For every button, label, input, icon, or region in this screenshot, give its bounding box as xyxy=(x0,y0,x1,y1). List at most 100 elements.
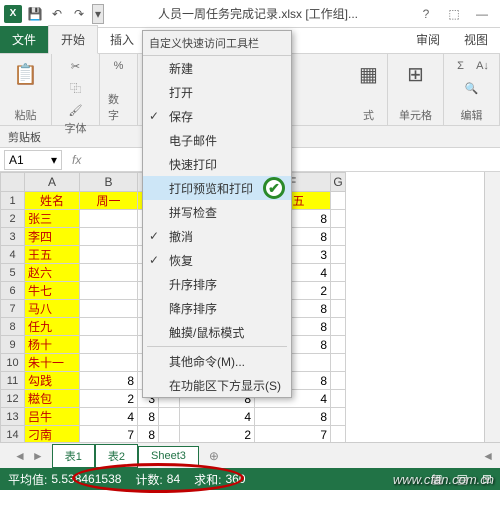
tab-home[interactable]: 开始 xyxy=(48,25,98,54)
cell[interactable] xyxy=(331,390,346,408)
row-header[interactable]: 12 xyxy=(0,390,25,408)
cells-icon[interactable]: ⊞ xyxy=(400,58,432,90)
cell[interactable]: 糍包 xyxy=(25,390,80,408)
cell[interactable] xyxy=(331,408,346,426)
tab-review[interactable]: 审阅 xyxy=(404,26,452,53)
sheet-tab-1[interactable]: 表1 xyxy=(52,444,95,468)
tab-view[interactable]: 视图 xyxy=(452,26,500,53)
row-header[interactable]: 5 xyxy=(0,264,25,282)
tab-insert[interactable]: 插入 xyxy=(98,26,146,53)
col-header-A[interactable]: A xyxy=(25,172,80,192)
vertical-scrollbar[interactable] xyxy=(484,172,500,442)
cell[interactable] xyxy=(331,372,346,390)
menu-new[interactable]: 新建 xyxy=(143,56,291,80)
row-header[interactable]: 7 xyxy=(0,300,25,318)
cell[interactable] xyxy=(331,228,346,246)
name-box-dropdown-icon[interactable]: ▾ xyxy=(51,153,57,167)
cell[interactable]: 李四 xyxy=(25,228,80,246)
cell[interactable]: 7 xyxy=(80,426,138,442)
cell[interactable]: 2 xyxy=(80,390,138,408)
cell[interactable]: 朱十一 xyxy=(25,354,80,372)
cell[interactable]: 2 xyxy=(180,426,255,442)
cell[interactable] xyxy=(331,318,346,336)
cell[interactable]: 王五 xyxy=(25,246,80,264)
qat-customize-dropdown[interactable]: ▾ xyxy=(92,4,104,24)
row-header[interactable]: 14 xyxy=(0,426,25,442)
row-header[interactable]: 4 xyxy=(0,246,25,264)
menu-undo[interactable]: ✓撤消 xyxy=(143,224,291,248)
cell[interactable]: 4 xyxy=(80,408,138,426)
cell[interactable] xyxy=(80,210,138,228)
col-header-G[interactable]: G xyxy=(331,172,346,192)
select-all-corner[interactable] xyxy=(0,172,25,192)
row-header[interactable]: 6 xyxy=(0,282,25,300)
menu-show-below[interactable]: 在功能区下方显示(S) xyxy=(143,373,291,397)
cell[interactable]: 刁南 xyxy=(25,426,80,442)
menu-sort-desc[interactable]: 降序排序 xyxy=(143,296,291,320)
cell[interactable] xyxy=(80,282,138,300)
menu-more-commands[interactable]: 其他命令(M)... xyxy=(143,349,291,373)
cell[interactable] xyxy=(159,426,180,442)
menu-email[interactable]: 电子邮件 xyxy=(143,128,291,152)
row-header[interactable]: 9 xyxy=(0,336,25,354)
find-icon[interactable]: 🔍 xyxy=(464,80,480,96)
row-header[interactable]: 11 xyxy=(0,372,25,390)
menu-sort-asc[interactable]: 升序排序 xyxy=(143,272,291,296)
cell[interactable]: 8 xyxy=(255,408,331,426)
menu-save[interactable]: ✓保存 xyxy=(143,104,291,128)
menu-spellcheck[interactable]: 拼写检查 xyxy=(143,200,291,224)
sheet-scroll-left-icon[interactable]: ◄ xyxy=(482,449,494,463)
cell[interactable]: 8 xyxy=(138,426,159,442)
row-header[interactable]: 2 xyxy=(0,210,25,228)
cell[interactable]: 7 xyxy=(255,426,331,442)
menu-quickprint[interactable]: 快速打印 xyxy=(143,152,291,176)
cell[interactable] xyxy=(331,246,346,264)
cell[interactable] xyxy=(331,426,346,442)
row-header[interactable]: 10 xyxy=(0,354,25,372)
cell[interactable] xyxy=(159,408,180,426)
minimize-icon[interactable]: — xyxy=(468,4,496,24)
cell[interactable] xyxy=(331,336,346,354)
new-sheet-icon[interactable]: ⊕ xyxy=(199,449,229,463)
name-box[interactable]: A1 ▾ xyxy=(4,150,62,170)
cell[interactable]: 8 xyxy=(80,372,138,390)
cell[interactable]: 马八 xyxy=(25,300,80,318)
cell[interactable] xyxy=(331,192,346,210)
cell[interactable]: 勾践 xyxy=(25,372,80,390)
cell[interactable] xyxy=(80,228,138,246)
fx-icon[interactable]: fx xyxy=(66,153,87,167)
cell[interactable] xyxy=(331,354,346,372)
cell[interactable]: 任九 xyxy=(25,318,80,336)
row-header[interactable]: 13 xyxy=(0,408,25,426)
tab-file[interactable]: 文件 xyxy=(0,26,48,53)
help-icon[interactable]: ? xyxy=(412,4,440,24)
cell[interactable]: 4 xyxy=(180,408,255,426)
qat-redo-icon[interactable]: ↷ xyxy=(70,5,88,23)
cell[interactable] xyxy=(331,300,346,318)
row-header[interactable]: 3 xyxy=(0,228,25,246)
sheet-nav-next-icon[interactable]: ► xyxy=(32,449,44,463)
cell[interactable]: 姓名 xyxy=(25,192,80,210)
cell[interactable]: 杨十 xyxy=(25,336,80,354)
qat-undo-icon[interactable]: ↶ xyxy=(48,5,66,23)
cell[interactable]: 张三 xyxy=(25,210,80,228)
cell[interactable] xyxy=(80,264,138,282)
row-header[interactable]: 8 xyxy=(0,318,25,336)
row-header[interactable]: 1 xyxy=(0,192,25,210)
menu-print-preview[interactable]: 打印预览和打印 ✔ xyxy=(143,176,291,200)
clipboard-pane-label[interactable]: 剪贴板 xyxy=(8,129,41,145)
cell[interactable] xyxy=(80,246,138,264)
cell[interactable]: 周一 xyxy=(80,192,138,210)
format-painter-icon[interactable]: 🖌 xyxy=(68,102,84,118)
copy-icon[interactable]: ⿻ xyxy=(68,80,84,96)
menu-redo[interactable]: ✓恢复 xyxy=(143,248,291,272)
cell[interactable] xyxy=(80,336,138,354)
col-header-B[interactable]: B xyxy=(80,172,138,192)
menu-open[interactable]: 打开 xyxy=(143,80,291,104)
autosum-icon[interactable]: Σ xyxy=(453,58,469,74)
ribbon-options-icon[interactable]: ⬚ xyxy=(440,4,468,24)
cell[interactable] xyxy=(80,354,138,372)
cell[interactable]: 吕牛 xyxy=(25,408,80,426)
cell[interactable] xyxy=(331,210,346,228)
sort-icon[interactable]: A↓ xyxy=(475,58,491,74)
